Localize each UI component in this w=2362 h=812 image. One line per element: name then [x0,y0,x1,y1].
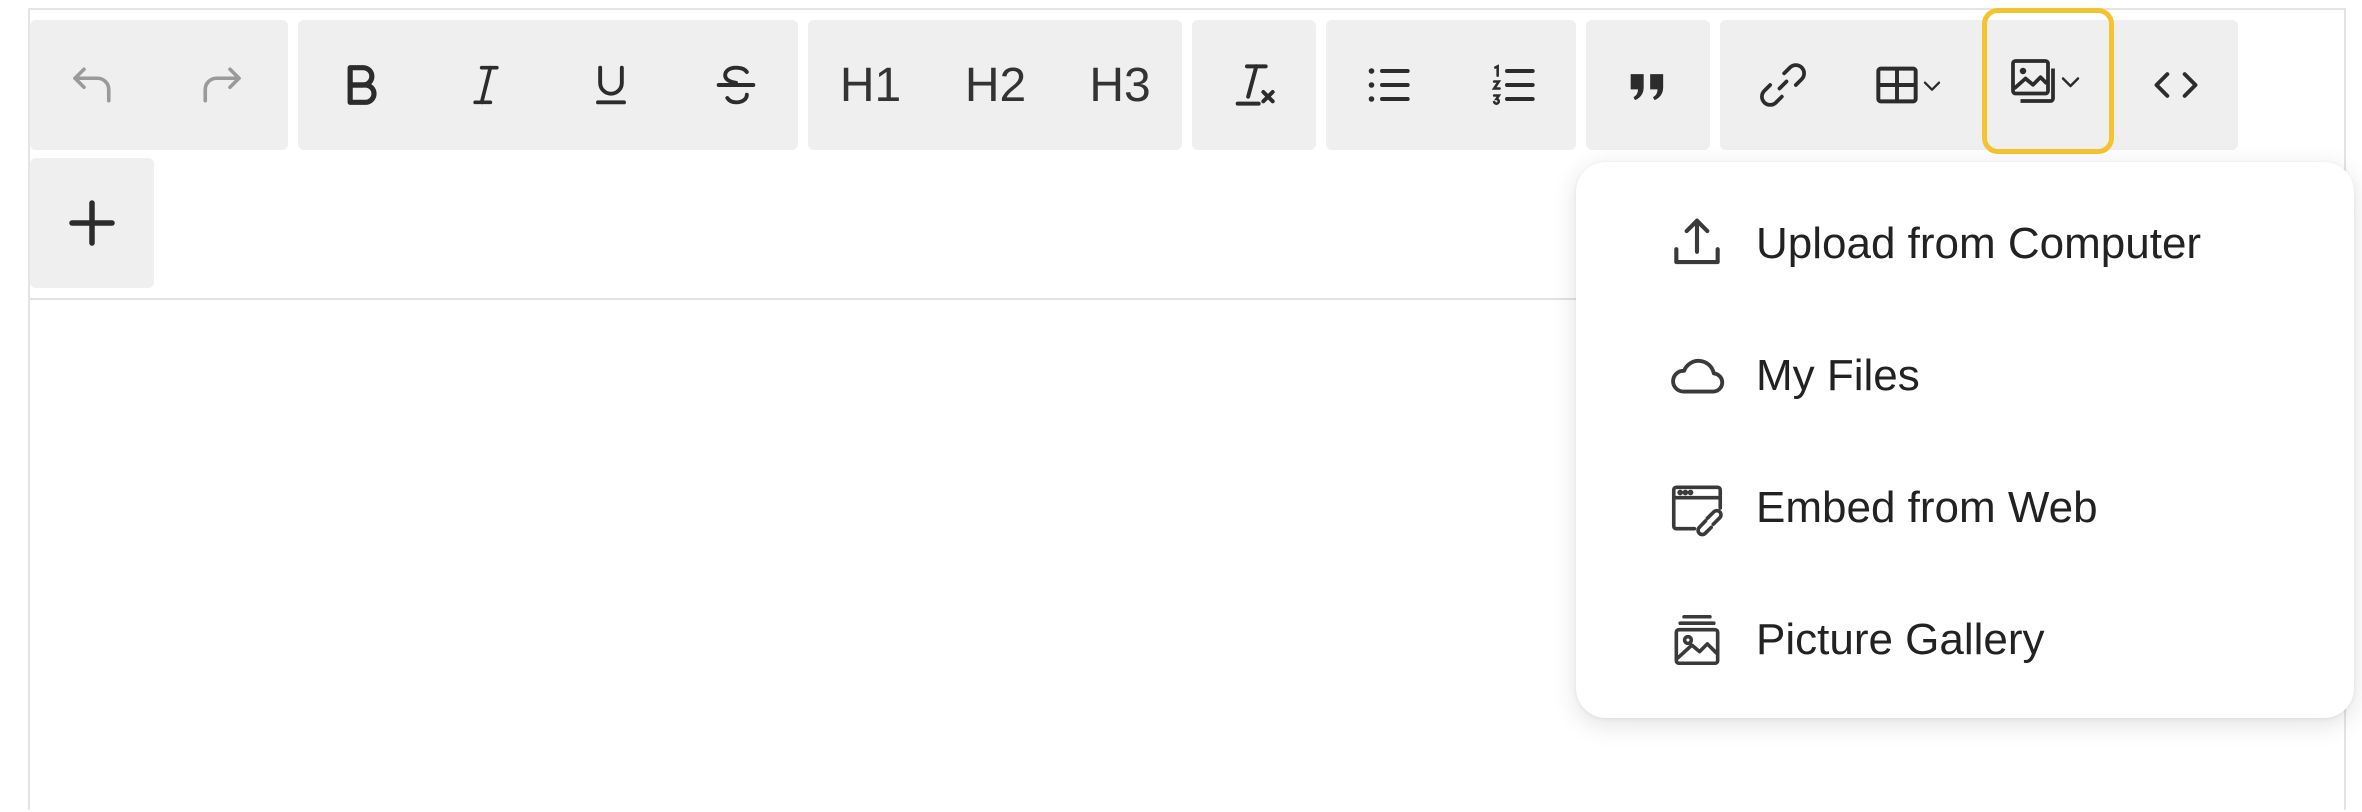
picture-gallery-icon [1666,609,1728,671]
underline-button[interactable] [548,20,673,150]
image-icon [2008,51,2088,111]
menu-item-label: Upload from Computer [1756,219,2202,268]
clear-format-group [1192,20,1316,150]
insert-group [1720,8,2238,154]
menu-item-embed-from-web[interactable]: Embed from Web [1576,448,2354,568]
link-icon [1755,57,1811,113]
menu-item-label: Embed from Web [1756,483,2098,532]
quote-group [1586,20,1710,150]
blockquote-button[interactable] [1586,20,1710,150]
italic-icon [460,59,512,111]
table-icon [1873,57,1949,113]
plus-icon [62,193,122,253]
quote-icon [1622,59,1674,111]
menu-item-label: My Files [1756,351,1920,400]
clear-formatting-button[interactable] [1192,20,1316,150]
headings-group: H1 H2 H3 [808,20,1182,150]
upload-icon [1666,213,1728,275]
numbered-list-button[interactable] [1451,20,1576,150]
menu-item-upload-from-computer[interactable]: Upload from Computer [1576,184,2354,304]
add-button[interactable] [30,158,154,288]
heading-2-button[interactable]: H2 [933,20,1058,150]
bullet-list-icon [1361,57,1417,113]
lists-group [1326,20,1576,150]
embed-web-icon [1666,477,1728,539]
strikethrough-icon [710,59,762,111]
menu-item-picture-gallery[interactable]: Picture Gallery [1576,580,2354,700]
link-button[interactable] [1720,20,1845,150]
text-style-group [298,20,798,150]
code-button[interactable] [2114,20,2238,150]
redo-icon [194,58,248,112]
italic-button[interactable] [423,20,548,150]
heading-1-button[interactable]: H1 [808,20,933,150]
menu-item-label: Picture Gallery [1756,615,2045,664]
clear-formatting-icon [1226,57,1282,113]
table-button[interactable] [1845,20,1977,150]
code-icon [2150,59,2202,111]
image-button[interactable] [1982,8,2114,154]
underline-icon [585,59,637,111]
bold-icon [335,59,387,111]
menu-item-my-files[interactable]: My Files [1576,316,2354,436]
more-group [30,158,154,288]
redo-button[interactable] [158,20,284,150]
cloud-icon [1666,345,1728,407]
heading-3-label: H3 [1089,58,1151,112]
bold-button[interactable] [298,20,423,150]
history-group [30,20,288,150]
undo-icon [66,58,120,112]
image-insert-menu: Upload from Computer My Files Embed from… [1576,162,2354,718]
heading-3-button[interactable]: H3 [1058,20,1182,150]
strikethrough-button[interactable] [673,20,798,150]
heading-1-label: H1 [839,58,902,112]
bullet-list-button[interactable] [1326,20,1451,150]
numbered-list-icon [1486,57,1542,113]
heading-2-label: H2 [964,58,1027,112]
rich-text-editor: H1 H2 H3 Upload from Computer My Files E… [28,8,2354,812]
undo-button[interactable] [30,20,156,150]
